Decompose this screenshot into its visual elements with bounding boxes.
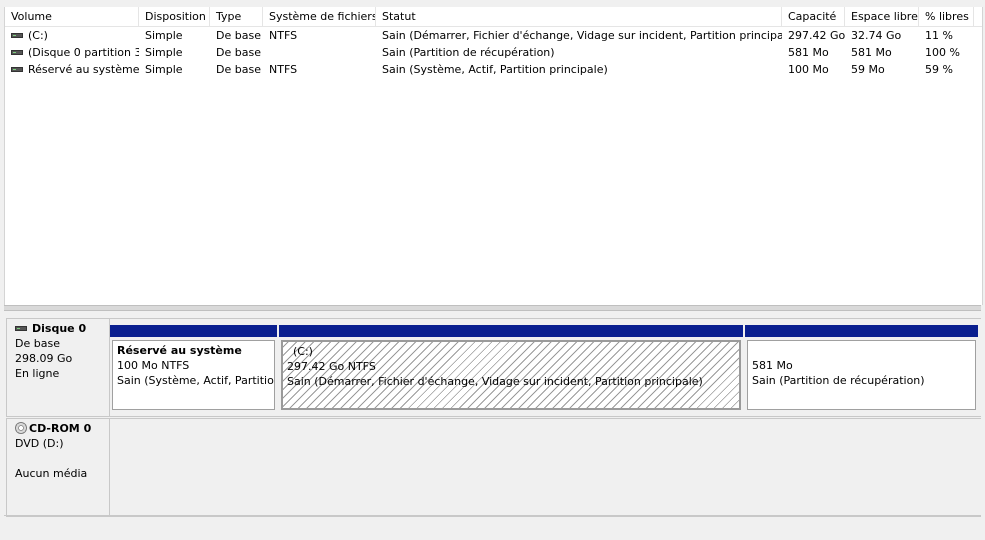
type-cell: De base bbox=[216, 63, 261, 76]
free-space-cell: 59 Mo bbox=[851, 63, 885, 76]
partition-header-bar bbox=[110, 325, 277, 337]
capacity-cell: 100 Mo bbox=[788, 63, 829, 76]
filesystem-cell: NTFS bbox=[269, 29, 298, 42]
free-space-cell: 32.74 Go bbox=[851, 29, 902, 42]
pane-bottom-border bbox=[4, 515, 981, 516]
cdrom-0-label[interactable]: CD-ROM 0 DVD (D:) Aucun média bbox=[6, 418, 110, 517]
free-space-cell: 581 Mo bbox=[851, 46, 892, 59]
partition-status: Sain (Partition de récupération) bbox=[752, 374, 925, 387]
disk-size: 298.09 Go bbox=[15, 352, 73, 365]
partition-header-bar bbox=[745, 325, 978, 337]
partition-system-reserved[interactable]: Réservé au système 100 Mo NTFS Sain (Sys… bbox=[110, 325, 277, 412]
cdrom-0-area bbox=[110, 418, 981, 517]
partition-size: 581 Mo bbox=[752, 359, 793, 372]
volume-cell: (C:) bbox=[28, 29, 48, 42]
partition-header-bar bbox=[279, 325, 743, 337]
partition-status: Sain (Système, Actif, Partition bbox=[117, 374, 275, 387]
disk-map: Disque 0 De base 298.09 Go En ligne Rése… bbox=[4, 312, 981, 540]
disk-0-label[interactable]: Disque 0 De base 298.09 Go En ligne bbox=[6, 318, 110, 417]
status-cell: Sain (Partition de récupération) bbox=[382, 46, 555, 59]
partition-c[interactable]: (C:) 297.42 Go NTFS Sain (Démarrer, Fich… bbox=[279, 325, 743, 412]
volume-cell: Réservé au système bbox=[28, 63, 139, 76]
column-header-free-space[interactable]: Espace libre bbox=[845, 7, 919, 26]
cdrom-drive: DVD (D:) bbox=[15, 437, 64, 450]
column-header-disposition[interactable]: Disposition bbox=[139, 7, 210, 26]
column-header-capacity[interactable]: Capacité bbox=[782, 7, 845, 26]
table-row[interactable]: Réservé au système Simple De base NTFS S… bbox=[5, 61, 982, 78]
filesystem-cell bbox=[263, 44, 376, 61]
disk-icon bbox=[11, 32, 23, 38]
capacity-cell: 581 Mo bbox=[788, 46, 829, 59]
disposition-cell: Simple bbox=[145, 29, 183, 42]
cdrom-name: CD-ROM 0 bbox=[29, 422, 92, 435]
column-header-percent-free[interactable]: % libres bbox=[919, 7, 974, 26]
capacity-cell: 297.42 Go bbox=[788, 29, 845, 42]
percent-free-cell: 11 % bbox=[925, 29, 953, 42]
filesystem-cell: NTFS bbox=[269, 63, 298, 76]
partition-size: 297.42 Go NTFS bbox=[287, 360, 376, 373]
disk-icon bbox=[11, 66, 23, 72]
column-header-type[interactable]: Type bbox=[210, 7, 263, 26]
table-row[interactable]: (C:) Simple De base NTFS Sain (Démarrer,… bbox=[5, 27, 982, 44]
disk-icon bbox=[11, 49, 23, 55]
volume-list-header: Volume Disposition Type Système de fichi… bbox=[5, 7, 982, 27]
disposition-cell: Simple bbox=[145, 63, 183, 76]
cdrom-state: Aucun média bbox=[15, 467, 88, 480]
percent-free-cell: 59 % bbox=[925, 63, 953, 76]
selected-partition-body: (C:) 297.42 Go NTFS Sain (Démarrer, Fich… bbox=[281, 340, 741, 410]
partition-title: Réservé au système bbox=[117, 344, 242, 357]
partition-size: 100 Mo NTFS bbox=[117, 359, 190, 372]
status-cell: Sain (Démarrer, Fichier d'échange, Vidag… bbox=[382, 29, 782, 42]
column-header-status[interactable]: Statut bbox=[376, 7, 782, 26]
disk-icon bbox=[15, 325, 27, 331]
status-cell: Sain (Système, Actif, Partition principa… bbox=[382, 63, 608, 76]
partition-title: (C:) bbox=[293, 345, 313, 358]
cdrom-icon bbox=[15, 422, 27, 434]
type-cell: De base bbox=[216, 46, 261, 59]
disk-type: De base bbox=[15, 337, 60, 350]
disk-name: Disque 0 bbox=[32, 322, 87, 335]
column-header-volume[interactable]: Volume bbox=[5, 7, 139, 26]
partition-status: Sain (Démarrer, Fichier d'échange, Vidag… bbox=[287, 375, 703, 388]
disk-0-partitions: Réservé au système 100 Mo NTFS Sain (Sys… bbox=[110, 318, 981, 417]
percent-free-cell: 100 % bbox=[925, 46, 960, 59]
column-header-filesystem[interactable]: Système de fichiers bbox=[263, 7, 376, 26]
disk-state: En ligne bbox=[15, 367, 60, 380]
volume-list[interactable]: Volume Disposition Type Système de fichi… bbox=[4, 7, 983, 305]
disposition-cell: Simple bbox=[145, 46, 183, 59]
pane-splitter[interactable] bbox=[4, 305, 981, 311]
table-row[interactable]: (Disque 0 partition 3) Simple De base Sa… bbox=[5, 44, 982, 61]
partition-recovery[interactable]: 581 Mo Sain (Partition de récupération) bbox=[745, 325, 978, 412]
volume-cell: (Disque 0 partition 3) bbox=[28, 46, 139, 59]
type-cell: De base bbox=[216, 29, 261, 42]
